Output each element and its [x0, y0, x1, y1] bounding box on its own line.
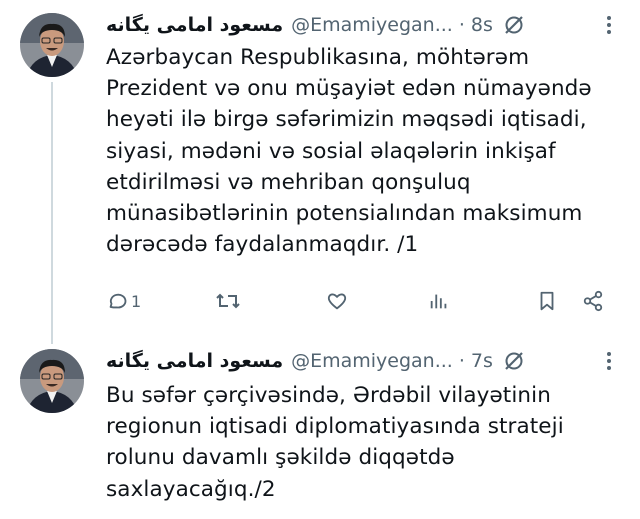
more-options-icon[interactable] — [606, 10, 612, 40]
like-icon — [327, 293, 347, 310]
thread-line — [51, 82, 53, 344]
display-name[interactable]: مسعود امامی یگانه — [106, 14, 283, 36]
tweet-text: Bu səfər çərçivəsində, Ərdəbil vilayətin… — [106, 383, 564, 502]
display-name[interactable]: مسعود امامی یگانه — [106, 350, 283, 372]
reply-count: 1 — [131, 291, 142, 311]
retweet-icon — [216, 293, 240, 309]
tweet-actions: 1 — [106, 286, 606, 316]
user-handle[interactable]: @Emamiyegan... — [291, 14, 453, 36]
timestamp[interactable]: · 8s — [459, 14, 493, 36]
tweet-text: Azərbaycan Respublikasına, möhtərəm Prez… — [106, 45, 592, 258]
tweet-header: مسعود امامی یگانه @Emamiyegan... · 7s — [106, 346, 626, 376]
share-button[interactable] — [582, 286, 604, 316]
retweet-button[interactable] — [216, 286, 240, 316]
share-icon — [583, 290, 603, 312]
avatar[interactable] — [20, 349, 84, 413]
avatar[interactable] — [20, 13, 84, 77]
avatar-photo — [20, 13, 84, 77]
reply-button[interactable]: 1 — [106, 286, 141, 316]
more-options-icon[interactable] — [606, 346, 612, 376]
grok-icon[interactable] — [503, 14, 525, 36]
like-button[interactable] — [326, 286, 348, 316]
views-button[interactable] — [428, 286, 450, 316]
user-handle[interactable]: @Emamiyegan... — [291, 350, 453, 372]
timestamp[interactable]: · 7s — [459, 350, 493, 372]
bookmark-icon — [540, 291, 554, 311]
grok-icon[interactable] — [503, 350, 525, 372]
bookmark-button[interactable] — [536, 286, 558, 316]
tweet-1[interactable]: مسعود امامی یگانه @Emamiyegan... · 8s Az… — [0, 0, 640, 344]
tweet-header: مسعود امامی یگانه @Emamiyegan... · 8s — [106, 10, 626, 40]
tweet-2[interactable]: مسعود امامی یگانه @Emamiyegan... · 7s Bu… — [0, 336, 640, 519]
avatar-photo — [20, 349, 84, 413]
views-icon — [430, 294, 447, 309]
reply-icon — [109, 293, 127, 309]
